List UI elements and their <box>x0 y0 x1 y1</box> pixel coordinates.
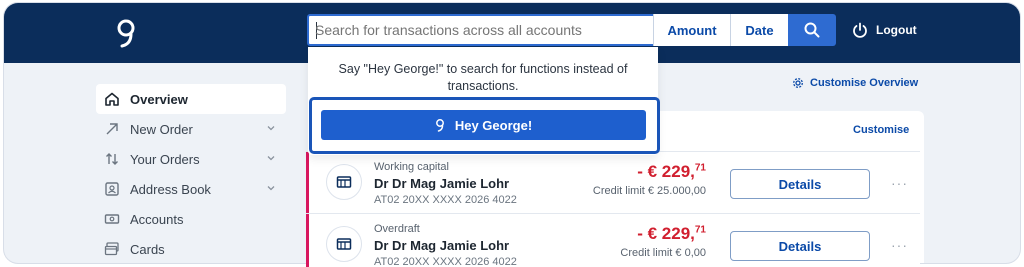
credit-limit: Credit limit € 25.000,00 <box>592 185 706 197</box>
account-row[interactable]: Overdraft Dr Dr Mag Jamie Lohr AT02 20XX… <box>306 213 920 267</box>
money-icon <box>104 211 120 227</box>
details-button[interactable]: Details <box>730 169 870 199</box>
account-balance: - € 229,71 <box>637 162 706 182</box>
logout-button[interactable]: Logout <box>852 19 917 41</box>
hey-george-button[interactable]: Hey George! <box>321 110 646 140</box>
account-icon <box>326 226 362 262</box>
amount-filter-button[interactable]: Amount <box>653 14 730 46</box>
gear-icon <box>793 78 803 88</box>
sidebar-item-cards[interactable]: Cards <box>96 234 286 264</box>
account-balance: - € 229,71 <box>637 224 706 244</box>
sidebar-item-overview[interactable]: Overview <box>96 84 286 114</box>
account-holder-name: Dr Dr Mag Jamie Lohr <box>374 176 510 191</box>
cards-icon <box>104 241 120 257</box>
sidebar-item-accounts[interactable]: Accounts <box>96 204 286 234</box>
details-button[interactable]: Details <box>730 231 870 261</box>
logout-label: Logout <box>876 23 917 37</box>
search-icon <box>804 22 820 38</box>
contact-card-icon <box>104 181 120 197</box>
account-status-stripe <box>306 214 309 267</box>
account-holder-name: Dr Dr Mag Jamie Lohr <box>374 238 510 253</box>
sidebar-item-label: Overview <box>130 91 188 107</box>
account-icon <box>326 164 362 200</box>
search-button[interactable] <box>788 14 836 46</box>
home-icon <box>104 91 120 107</box>
power-icon <box>853 22 867 38</box>
balance-cents: 71 <box>694 162 706 174</box>
sidebar-nav: Overview New Order Your Orders Address B… <box>96 84 286 264</box>
account-status-stripe <box>306 152 309 213</box>
balance-main: - € 229, <box>637 224 695 243</box>
balance-main: - € 229, <box>637 162 695 181</box>
account-type: Overdraft <box>374 223 420 235</box>
sidebar-item-new-order[interactable]: New Order <box>96 114 286 144</box>
chevron-down-icon[interactable] <box>266 183 276 193</box>
sidebar-item-label: Address Book <box>130 181 211 197</box>
chevron-down-icon[interactable] <box>266 153 276 163</box>
chevron-down-icon[interactable] <box>266 123 276 133</box>
search-input[interactable] <box>315 16 650 44</box>
sidebar-item-your-orders[interactable]: Your Orders <box>96 144 286 174</box>
customise-overview-link[interactable]: Customise Overview <box>792 77 918 89</box>
date-filter-button[interactable]: Date <box>730 14 788 46</box>
customise-overview-label: Customise Overview <box>810 77 919 89</box>
sidebar-item-label: New Order <box>130 121 193 137</box>
credit-limit: Credit limit € 0,00 <box>620 247 706 259</box>
transfer-arrows-icon <box>104 151 120 167</box>
more-options-icon[interactable]: ··· <box>891 175 908 191</box>
customise-link[interactable]: Customise <box>853 124 909 136</box>
balance-cents: 71 <box>694 224 706 236</box>
george-logo-icon[interactable] <box>114 17 138 49</box>
search-field[interactable] <box>307 14 658 46</box>
account-iban: AT02 20XX XXXX 2026 4022 <box>374 194 517 206</box>
dropdown-hint-text: Say "Hey George!" to search for function… <box>338 62 628 93</box>
sidebar-item-address-book[interactable]: Address Book <box>96 174 286 204</box>
account-row[interactable]: Working capital Dr Dr Mag Jamie Lohr AT0… <box>306 151 920 213</box>
hey-george-label: Hey George! <box>454 117 533 133</box>
account-type: Working capital <box>374 161 449 173</box>
more-options-icon[interactable]: ··· <box>891 237 908 253</box>
sidebar-item-label: Accounts <box>130 211 184 227</box>
account-iban: AT02 20XX XXXX 2026 4022 <box>374 256 517 267</box>
sidebar-item-label: Cards <box>130 241 165 257</box>
arrow-up-right-icon <box>104 121 120 137</box>
george-logo-icon <box>435 119 444 132</box>
sidebar-item-label: Your Orders <box>130 151 200 167</box>
